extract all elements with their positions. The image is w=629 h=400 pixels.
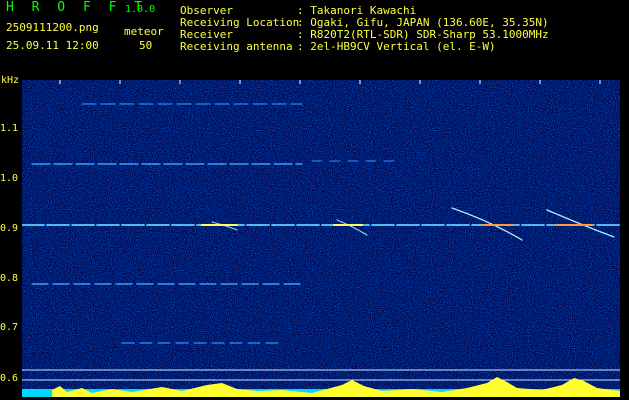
freq-label: 0.8 <box>0 273 19 284</box>
freq-label: 0.7 <box>0 322 19 333</box>
file-name: 2509111200.png <box>6 21 99 34</box>
khz-unit-label: kHz <box>1 75 20 86</box>
spectrogram-noise <box>22 80 620 397</box>
freq-label: 0.9 <box>0 223 19 234</box>
spectrogram <box>22 80 620 397</box>
meteor-count: 50 <box>139 39 153 52</box>
antenna-value: : 2el-HB9CV Vertical (el. E-W) <box>297 40 496 53</box>
antenna-key: Receiving antenna <box>180 40 293 53</box>
file-datetime: 25.09.11 12:00 <box>6 39 99 52</box>
freq-label: 1.1 <box>0 123 19 134</box>
freq-label: 0.6 <box>0 373 19 384</box>
app-version: 1.0.0 <box>125 4 156 15</box>
freq-label: 1.0 <box>0 173 19 184</box>
header-panel: H R O F F T 1.0.0 2509111200.png 25.09.1… <box>0 0 629 72</box>
meteor-label: meteor <box>124 25 164 38</box>
